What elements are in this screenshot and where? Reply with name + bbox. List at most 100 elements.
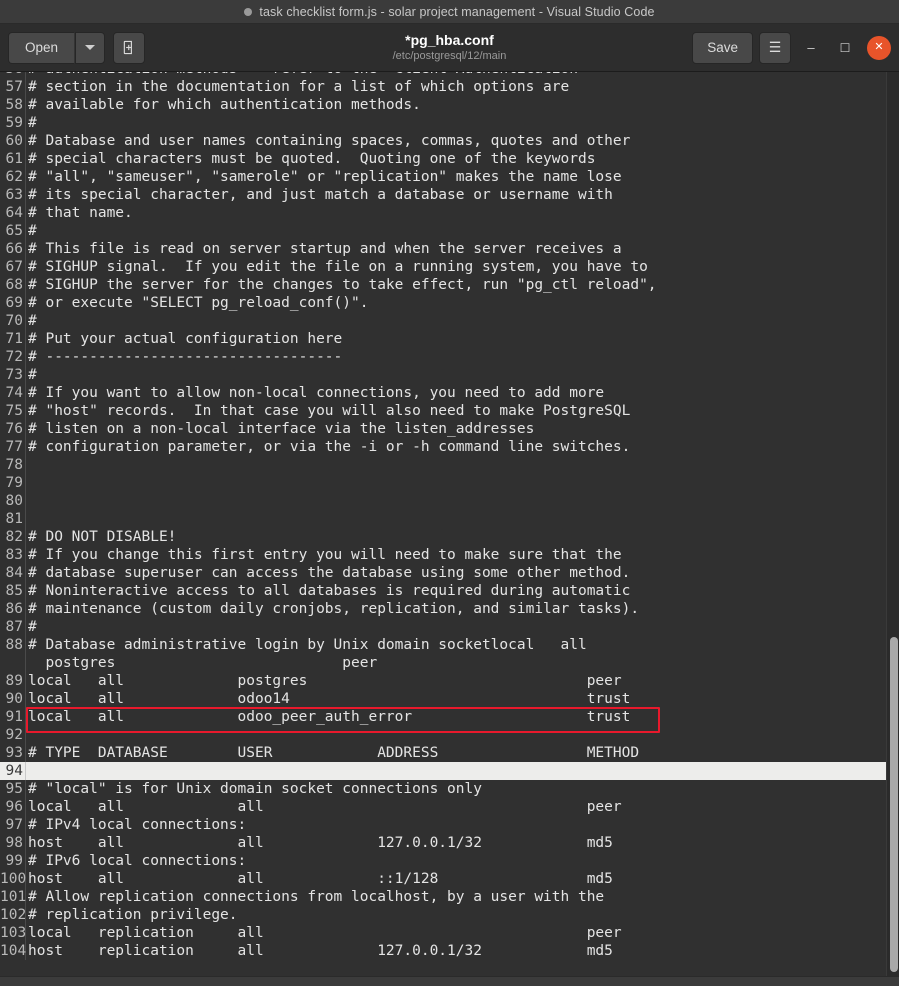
code-line[interactable]: 57 # section in the documentation for a l… <box>0 78 886 96</box>
code-line[interactable]: 89 local all postgres peer <box>0 672 886 690</box>
line-text: postgres peer <box>28 655 378 671</box>
line-number: 80 <box>0 492 26 510</box>
maximize-icon: ☐ <box>839 40 851 55</box>
line-text <box>26 510 28 528</box>
save-button[interactable]: Save <box>692 31 753 64</box>
code-lines-container[interactable]: 56# authentication methods -- refer to t… <box>0 72 886 960</box>
line-number: 69 <box>0 294 26 312</box>
code-line[interactable]: 71 # Put your actual configuration here <box>0 330 886 348</box>
hamburger-menu-button[interactable]: ☰ <box>759 31 791 64</box>
code-line[interactable]: 76 # listen on a non-local interface via … <box>0 420 886 438</box>
code-line[interactable]: 60 # Database and user names containing s… <box>0 132 886 150</box>
code-line[interactable]: 63 # its special character, and just matc… <box>0 186 886 204</box>
code-line[interactable]: 65 # <box>0 222 886 240</box>
code-line[interactable]: 96 local all all peer <box>0 798 886 816</box>
line-text: # TYPE DATABASE USER ADDRESS METHOD <box>28 745 640 761</box>
code-line[interactable]: 90 local all odoo14 trust <box>0 690 886 708</box>
line-text <box>26 492 28 510</box>
line-text: # Database administrative login by Unix … <box>28 637 587 653</box>
code-line[interactable]: 87 # <box>0 618 886 636</box>
code-line[interactable]: 102 # replication privilege. <box>0 906 886 924</box>
code-line[interactable]: 68 # SIGHUP the server for the changes to… <box>0 276 886 294</box>
line-number: 75 <box>0 402 26 420</box>
line-text: local all all peer <box>28 799 622 815</box>
code-line[interactable]: 100 host all all ::1/128 md5 <box>0 870 886 888</box>
code-line[interactable]: 79 <box>0 474 886 492</box>
code-line[interactable]: 99 # IPv6 local connections: <box>0 852 886 870</box>
code-line[interactable]: 69 # or execute "SELECT pg_reload_conf()"… <box>0 294 886 312</box>
code-line[interactable]: 94 <box>0 762 886 780</box>
code-line[interactable]: 66 # This file is read on server startup … <box>0 240 886 258</box>
code-line[interactable]: 83 # If you change this first entry you w… <box>0 546 886 564</box>
code-line[interactable]: 85 # Noninteractive access to all databas… <box>0 582 886 600</box>
text-editor[interactable]: 56# authentication methods -- refer to t… <box>0 72 899 976</box>
line-number: 61 <box>0 150 26 168</box>
line-text: # SIGHUP the server for the changes to t… <box>28 277 657 293</box>
line-number: 71 <box>0 330 26 348</box>
open-button[interactable]: Open <box>8 31 76 64</box>
line-text: # maintenance (custom daily cronjobs, re… <box>28 601 640 617</box>
status-bar: Plain Text Tab Width: 8 Ln 94, Col 1 INS <box>0 976 899 986</box>
window-title: task checklist form.js - solar project m… <box>259 4 655 19</box>
open-dropdown-button[interactable] <box>75 31 106 64</box>
vertical-scrollbar[interactable] <box>886 72 899 976</box>
code-line[interactable]: 81 <box>0 510 886 528</box>
line-text: local replication all peer <box>28 925 622 941</box>
line-text: # available for which authentication met… <box>28 97 421 113</box>
code-line[interactable]: 103 local replication all peer <box>0 924 886 942</box>
line-number: 62 <box>0 168 26 186</box>
minimize-button[interactable]: – <box>797 34 825 62</box>
line-number: 87 <box>0 618 26 636</box>
code-line[interactable]: 61 # special characters must be quoted. Q… <box>0 150 886 168</box>
code-line[interactable]: 73 # <box>0 366 886 384</box>
modified-dot-icon <box>244 7 253 16</box>
code-line[interactable]: 75 # "host" records. In that case you wil… <box>0 402 886 420</box>
scrollbar-thumb[interactable] <box>890 637 898 972</box>
code-line[interactable]: 77 # configuration parameter, or via the … <box>0 438 886 456</box>
line-number: 82 <box>0 528 26 546</box>
open-button-group[interactable]: Open <box>8 31 106 64</box>
code-line[interactable]: 59 # <box>0 114 886 132</box>
line-number: 68 <box>0 276 26 294</box>
code-line[interactable]: 72 # ---------------------------------- <box>0 348 886 366</box>
code-line[interactable]: 82 # DO NOT DISABLE! <box>0 528 886 546</box>
code-line[interactable]: 88 # Database administrative login by Uni… <box>0 636 886 654</box>
line-number: 77 <box>0 438 26 456</box>
code-line[interactable]: postgres peer <box>0 654 886 672</box>
line-number: 65 <box>0 222 26 240</box>
code-line[interactable]: 98 host all all 127.0.0.1/32 md5 <box>0 834 886 852</box>
code-line[interactable]: 93 # TYPE DATABASE USER ADDRESS METHOD <box>0 744 886 762</box>
line-text: # <box>28 223 37 239</box>
code-line[interactable]: 95 # "local" is for Unix domain socket co… <box>0 780 886 798</box>
code-line[interactable]: 101 # Allow replication connections from … <box>0 888 886 906</box>
line-text: # Allow replication connections from loc… <box>28 889 605 905</box>
maximize-button[interactable]: ☐ <box>831 34 859 62</box>
code-line[interactable]: 62 # "all", "sameuser", "samerole" or "re… <box>0 168 886 186</box>
code-line[interactable]: 70 # <box>0 312 886 330</box>
line-number: 97 <box>0 816 26 834</box>
new-document-button[interactable] <box>113 31 146 64</box>
line-text: host all all ::1/128 md5 <box>28 871 613 887</box>
line-number: 81 <box>0 510 26 528</box>
code-line[interactable]: 78 <box>0 456 886 474</box>
line-number: 76 <box>0 420 26 438</box>
code-line[interactable]: 67 # SIGHUP signal. If you edit the file … <box>0 258 886 276</box>
line-text: # <box>28 619 37 635</box>
code-line[interactable]: 80 <box>0 492 886 510</box>
code-line[interactable]: 84 # database superuser can access the da… <box>0 564 886 582</box>
hamburger-menu-icon: ☰ <box>768 39 782 55</box>
code-line[interactable]: 104 host replication all 127.0.0.1/32 md5 <box>0 942 886 960</box>
code-line[interactable]: 58 # available for which authentication m… <box>0 96 886 114</box>
close-button[interactable]: ✕ <box>867 35 891 60</box>
code-line[interactable]: 74 # If you want to allow non-local conne… <box>0 384 886 402</box>
code-line[interactable]: 86 # maintenance (custom daily cronjobs, … <box>0 600 886 618</box>
line-text: host replication all 127.0.0.1/32 md5 <box>28 943 613 959</box>
code-line[interactable]: 64 # that name. <box>0 204 886 222</box>
line-number: 66 <box>0 240 26 258</box>
code-line[interactable]: 92 <box>0 726 886 744</box>
line-number: 86 <box>0 600 26 618</box>
code-line[interactable]: 91 local all odoo_peer_auth_error trust <box>0 708 886 726</box>
line-text: # IPv6 local connections: <box>28 853 247 869</box>
code-line[interactable]: 97 # IPv4 local connections: <box>0 816 886 834</box>
line-text: # section in the documentation for a lis… <box>28 79 570 95</box>
